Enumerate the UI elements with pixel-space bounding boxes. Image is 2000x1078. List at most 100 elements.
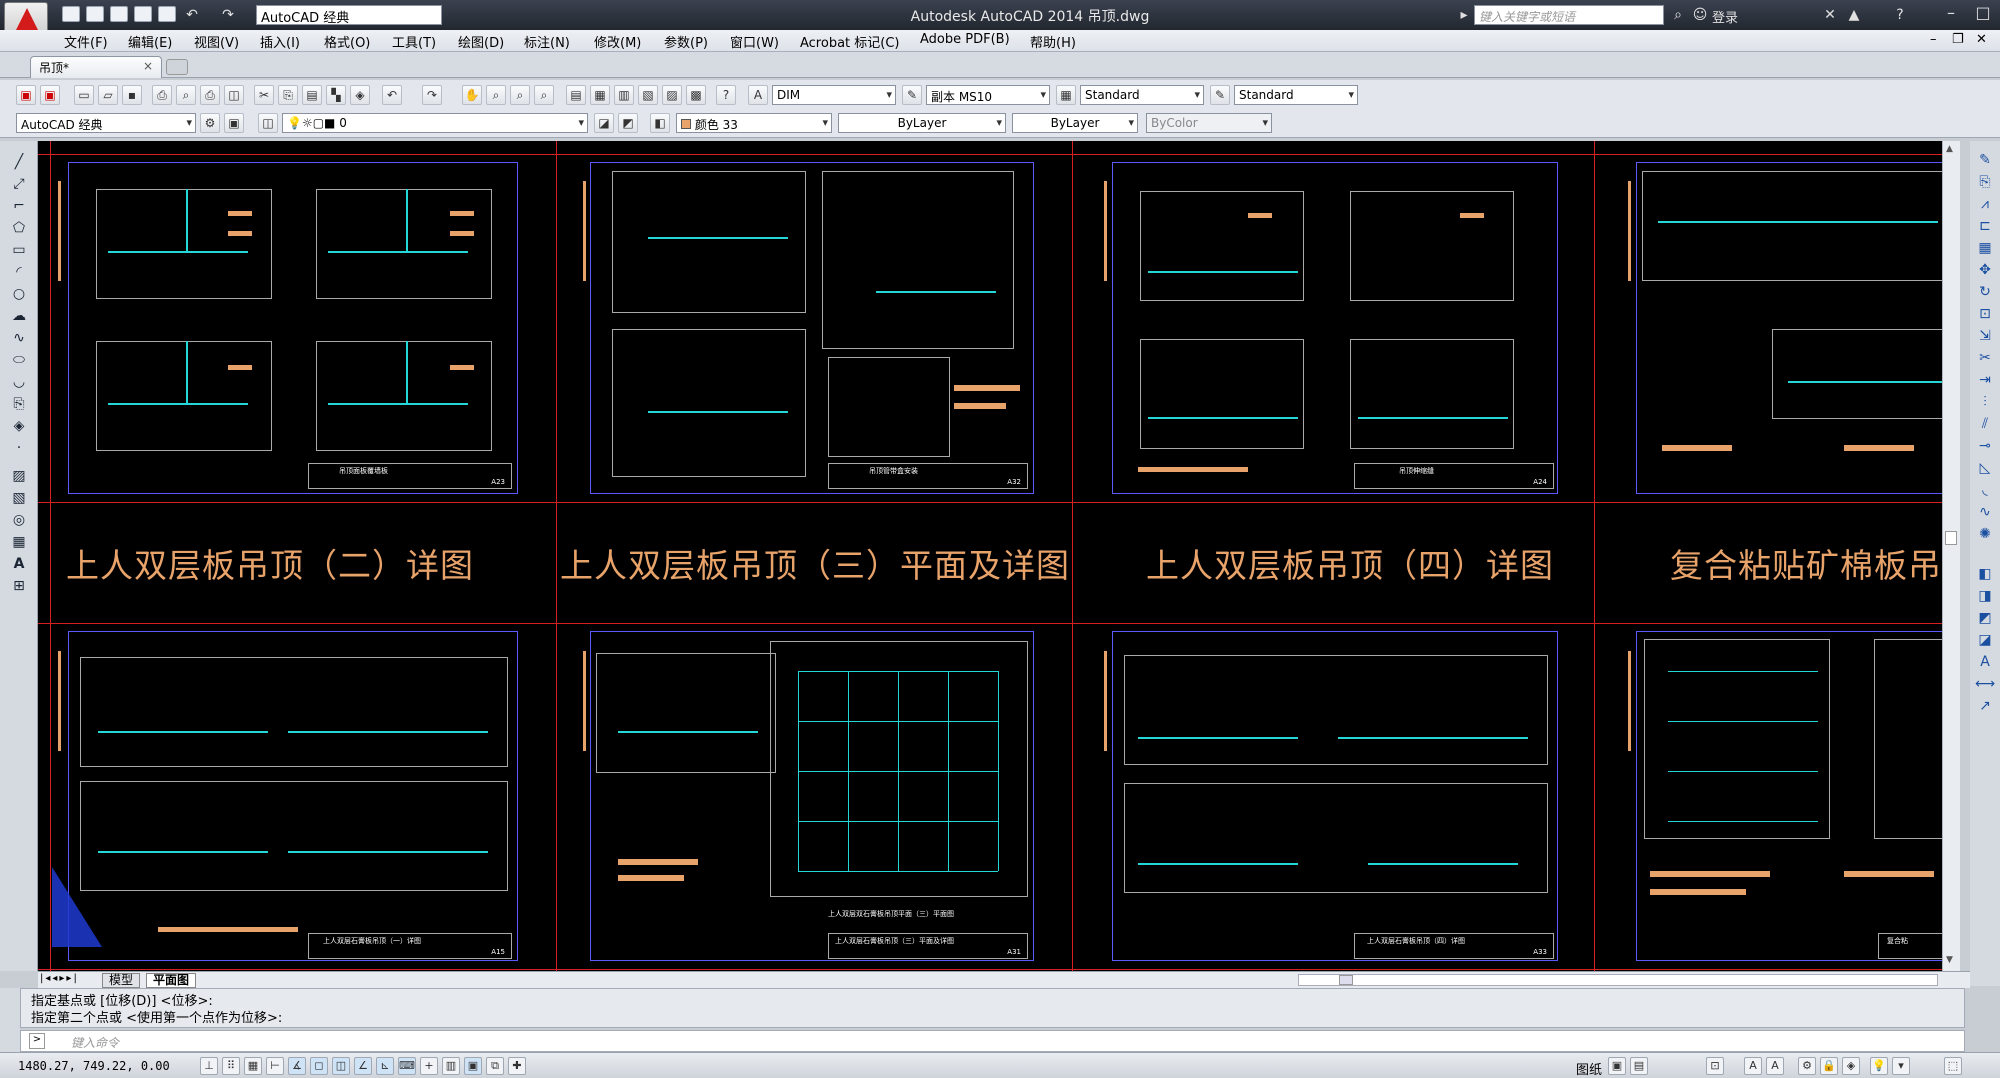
draworder-under-icon[interactable]: ◪ [1975, 631, 1995, 649]
save-icon[interactable]: ▪ [122, 85, 142, 105]
color-select[interactable]: 颜色 33 [676, 113, 832, 133]
bring-dim-front-icon[interactable]: ⟷ [1975, 675, 1995, 693]
annotation-scale-icon[interactable]: A [1744, 1057, 1762, 1075]
annotation-monitor-icon[interactable]: ✚ [508, 1057, 526, 1075]
text-style-icon[interactable]: A [748, 85, 768, 105]
transparency-icon[interactable]: ▥ [442, 1057, 460, 1075]
blend-icon[interactable]: ∿ [1975, 503, 1995, 521]
login-link[interactable]: 登录 [1712, 7, 1738, 26]
match-properties-icon[interactable]: ▚ [326, 85, 346, 105]
ellipse-icon[interactable]: ⬭ [9, 351, 29, 369]
menu-view[interactable]: 视图(V) [194, 32, 239, 51]
isolate-objects-icon[interactable]: 💡 [1870, 1057, 1888, 1075]
help-icon[interactable]: ? [716, 85, 736, 105]
dim-style-icon[interactable]: ✎ [902, 85, 922, 105]
table-style-select[interactable]: Standard [1080, 85, 1204, 105]
draworder-front-icon[interactable]: ◧ [1975, 565, 1995, 583]
properties-icon[interactable]: ▤ [566, 85, 586, 105]
line-icon[interactable]: ╱ [9, 153, 29, 171]
user-icon[interactable]: ☺ [1692, 7, 1708, 23]
layout-nav-icon[interactable]: |◂◂▸▸| [40, 973, 79, 984]
workspace-switching-icon[interactable]: ⚙ [1798, 1057, 1816, 1075]
hscroll-thumb[interactable] [1339, 975, 1353, 985]
search-icon[interactable]: ⌕ [1670, 7, 1686, 23]
status-menu-icon[interactable]: ▾ [1892, 1057, 1910, 1075]
coordinate-readout[interactable]: 1480.27, 749.22, 0.00 [18, 1059, 170, 1073]
mleader-style-select[interactable]: Standard [1234, 85, 1358, 105]
3d-print-icon[interactable]: ◫ [224, 85, 244, 105]
offset-icon[interactable]: ⊏ [1975, 217, 1995, 235]
break-icon[interactable]: ⫽ [1975, 415, 1995, 433]
copy-icon[interactable]: ⎘ [278, 85, 298, 105]
menu-help[interactable]: 帮助(H) [1030, 32, 1076, 51]
bring-text-front-icon[interactable]: A [1975, 653, 1995, 671]
clean-screen-icon[interactable]: ⬚ [1944, 1057, 1962, 1075]
maximize-icon[interactable]: □ [1970, 4, 1996, 24]
layer-previous-icon[interactable]: ◩ [618, 113, 638, 133]
add-selected-icon[interactable]: ⊞ [9, 577, 29, 595]
preview-icon[interactable]: ⌕ [176, 85, 196, 105]
block-editor-icon[interactable]: ◈ [350, 85, 370, 105]
gradient-icon[interactable]: ▧ [9, 489, 29, 507]
rotate-icon[interactable]: ↻ [1975, 283, 1995, 301]
undo-icon[interactable]: ↶ [184, 7, 200, 23]
doc-restore-icon[interactable]: ❐ [1952, 32, 1964, 47]
horizontal-scrollbar[interactable] [1298, 974, 1938, 986]
menu-edit[interactable]: 编辑(E) [128, 32, 172, 51]
polygon-icon[interactable]: ⬠ [9, 219, 29, 237]
pdf-export-icon[interactable]: ▣ [40, 85, 60, 105]
new-tab-button[interactable] [166, 59, 188, 75]
array-icon[interactable]: ▦ [1975, 239, 1995, 257]
undo-icon[interactable]: ↶ [382, 85, 402, 105]
command-input[interactable]: 键入命令 [71, 1034, 119, 1051]
lineweight-select[interactable]: ByLayer [1012, 113, 1138, 133]
break-at-point-icon[interactable]: ⫶ [1975, 393, 1995, 411]
layer-select[interactable]: 💡☼▢■ 0 [282, 113, 588, 133]
selection-cycling-icon[interactable]: ⧉ [486, 1057, 504, 1075]
make-current-layer-icon[interactable]: ◪ [594, 113, 614, 133]
cut-icon[interactable]: ✂ [254, 85, 274, 105]
workspace-select-2[interactable]: AutoCAD 经典 [16, 113, 196, 133]
help-icon[interactable]: ? [1892, 7, 1908, 23]
stretch-icon[interactable]: ⇲ [1975, 327, 1995, 345]
close-tab-icon[interactable]: × [143, 59, 153, 73]
3d-osnap-icon[interactable]: ◫ [332, 1057, 350, 1075]
publish-icon[interactable]: ⎙ [200, 85, 220, 105]
menu-file[interactable]: 文件(F) [64, 32, 108, 51]
ortho-mode-icon[interactable]: ⊢ [266, 1057, 284, 1075]
join-icon[interactable]: ⊸ [1975, 437, 1995, 455]
workspace-settings-icon[interactable]: ⚙ [200, 113, 220, 133]
quick-properties-icon[interactable]: ▣ [464, 1057, 482, 1075]
lock-ui-icon[interactable]: 🔒 [1820, 1057, 1838, 1075]
chamfer-icon[interactable]: ◺ [1975, 459, 1995, 477]
mtext-icon[interactable]: A [9, 555, 29, 573]
command-prompt-icon[interactable]: > [29, 1033, 45, 1049]
paper-space-label[interactable]: 图纸 [1576, 1059, 1602, 1078]
redo-icon[interactable]: ↷ [220, 7, 236, 23]
explode-icon[interactable]: ✺ [1975, 525, 1995, 543]
new-file-icon[interactable] [62, 6, 80, 22]
draworder-above-icon[interactable]: ◩ [1975, 609, 1995, 627]
tab-layout[interactable]: 平面图 [146, 973, 197, 988]
zoom-window-icon[interactable]: ⌕ [510, 85, 530, 105]
hardware-acceleration-icon[interactable]: ◈ [1842, 1057, 1860, 1075]
otrack-icon[interactable]: ∠ [354, 1057, 372, 1075]
scale-icon[interactable]: ⊡ [1975, 305, 1995, 323]
search-expand-icon[interactable]: ▸ [1456, 7, 1472, 23]
layer-properties-icon[interactable]: ◫ [258, 113, 278, 133]
dynamic-input-icon[interactable]: ⌨ [398, 1057, 416, 1075]
ellipse-arc-icon[interactable]: ◡ [9, 373, 29, 391]
dim-style-select[interactable]: DIM [772, 85, 896, 105]
trim-icon[interactable]: ✂ [1975, 349, 1995, 367]
menu-window[interactable]: 窗口(W) [730, 32, 779, 51]
text-style-select[interactable]: 副本 MS10 [926, 85, 1050, 105]
drawing-canvas[interactable]: 吊顶面板覆墙板 A23 吊顶管带盒安装 A32 吊顶伸缩缝 A24 上人双层石膏… [38, 141, 1942, 971]
menu-format[interactable]: 格式(O) [324, 32, 370, 51]
move-icon[interactable]: ✥ [1975, 261, 1995, 279]
mirror-icon[interactable]: ⩘ [1975, 195, 1995, 213]
tool-palettes-icon[interactable]: ▥ [614, 85, 634, 105]
plot-icon[interactable]: ⎙ [152, 85, 172, 105]
revision-cloud-icon[interactable]: ☁ [9, 307, 29, 325]
mleader-style-icon[interactable]: ✎ [1210, 85, 1230, 105]
scroll-up-icon[interactable]: ▲ [1946, 144, 1953, 154]
